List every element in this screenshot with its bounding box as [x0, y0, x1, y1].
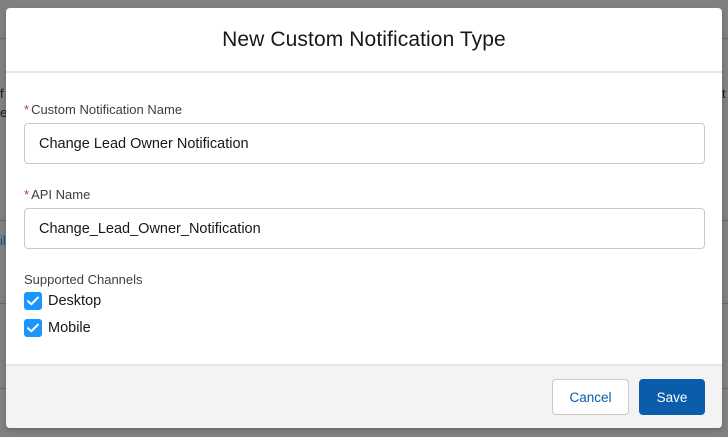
- notification-name-label-text: Custom Notification Name: [31, 101, 183, 117]
- background-link: il: [0, 233, 6, 248]
- save-button[interactable]: Save: [639, 379, 705, 415]
- desktop-checkbox[interactable]: [24, 292, 42, 310]
- api-name-input[interactable]: [24, 208, 705, 249]
- notification-name-input[interactable]: [24, 123, 705, 164]
- supported-channels-label: Supported Channels: [24, 271, 143, 287]
- required-marker: *: [24, 101, 30, 117]
- new-custom-notification-modal: New Custom Notification Type * Custom No…: [6, 8, 722, 428]
- background-text: t: [722, 86, 726, 101]
- cancel-button[interactable]: Cancel: [552, 379, 629, 415]
- notification-name-label: * Custom Notification Name: [24, 101, 705, 117]
- channel-desktop-option[interactable]: Desktop: [24, 291, 705, 311]
- modal-footer: Cancel Save: [6, 364, 722, 428]
- desktop-checkbox-label: Desktop: [48, 293, 102, 309]
- notification-name-field: * Custom Notification Name: [24, 73, 705, 164]
- mobile-checkbox[interactable]: [24, 319, 42, 337]
- check-icon: [27, 323, 39, 333]
- channel-mobile-option[interactable]: Mobile: [24, 318, 705, 338]
- modal-body: * Custom Notification Name * API Name Su…: [6, 73, 722, 338]
- api-name-label: * API Name: [24, 186, 705, 202]
- api-name-field: * API Name: [24, 164, 705, 249]
- check-icon: [27, 296, 39, 306]
- required-marker: *: [24, 186, 30, 202]
- background-text: f: [0, 86, 4, 101]
- api-name-label-text: API Name: [31, 186, 91, 202]
- supported-channels-group: Supported Channels Desktop Mobile: [24, 249, 705, 338]
- modal-header: New Custom Notification Type: [6, 8, 722, 73]
- mobile-checkbox-label: Mobile: [48, 320, 91, 336]
- modal-title: New Custom Notification Type: [222, 27, 506, 51]
